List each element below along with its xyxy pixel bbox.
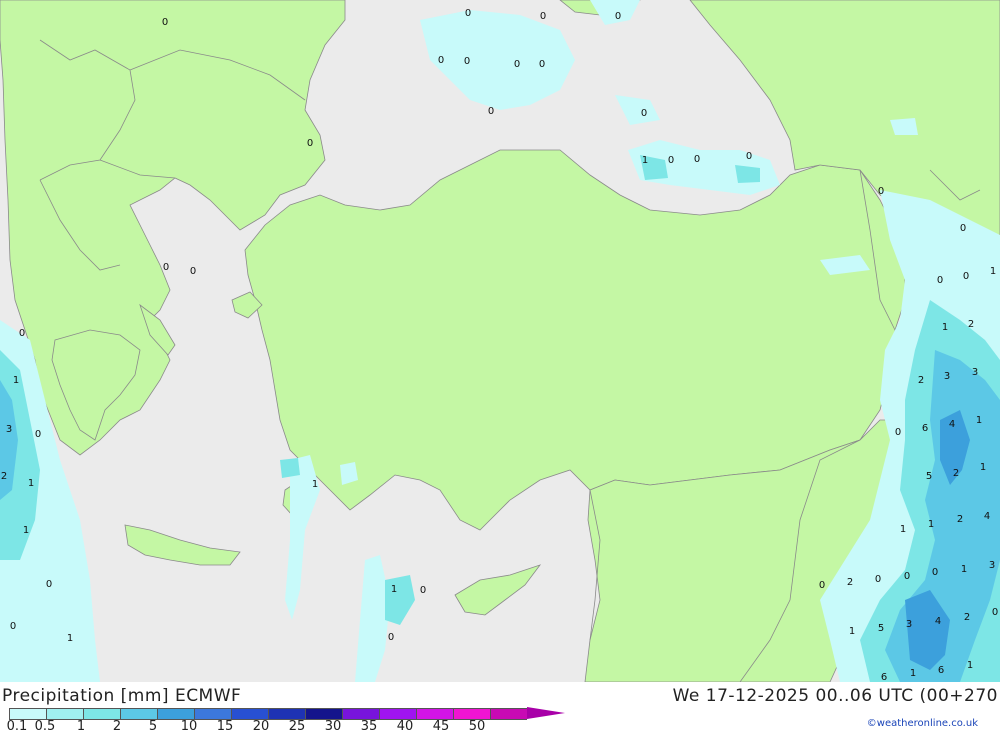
precip-value-label: 3 — [6, 424, 12, 435]
precip-value-label: 2 — [953, 468, 959, 479]
precip-value-label: 0 — [540, 11, 546, 22]
legend-tick-label: 0.1 — [6, 719, 28, 734]
precip-value-label: 0 — [819, 580, 825, 591]
precip-value-label: 1 — [312, 479, 318, 490]
map-title: Precipitation [mm] ECMWF — [2, 686, 242, 706]
precip-value-label: 0 — [878, 186, 884, 197]
precip-value-label: 2 — [968, 319, 974, 330]
legend-tick-label: 25 — [288, 719, 306, 734]
precip-value-label: 2 — [1, 471, 7, 482]
legend-swatch — [490, 708, 527, 720]
legend-arrow — [527, 707, 565, 719]
precip-value-label: 0 — [465, 8, 471, 19]
legend-tick-label: 10 — [180, 719, 198, 734]
precip-value-label: 1 — [13, 375, 19, 386]
precip-value-label: 4 — [984, 511, 990, 522]
precip-value-label: 6 — [922, 423, 928, 434]
precip-value-label: 0 — [895, 427, 901, 438]
legend-tick-label: 2 — [112, 719, 122, 734]
precip-value-label: 6 — [881, 672, 887, 682]
precip-value-label: 1 — [990, 266, 996, 277]
precip-value-label: 1 — [67, 633, 73, 644]
precip-value-label: 4 — [935, 616, 941, 627]
precip-value-label: 4 — [949, 419, 955, 430]
legend-tick-label: 20 — [252, 719, 270, 734]
precip-value-label: 5 — [926, 471, 932, 482]
precip-value-label: 1 — [910, 668, 916, 679]
precip-value-label: 0 — [668, 155, 674, 166]
precip-value-label: 0 — [10, 621, 16, 632]
precip-value-label: 2 — [957, 514, 963, 525]
precip-value-label: 0 — [932, 567, 938, 578]
precip-value-label: 0 — [438, 55, 444, 66]
precip-value-label: 2 — [918, 375, 924, 386]
precip-value-label: 0 — [163, 262, 169, 273]
precip-value-label: 1 — [928, 519, 934, 530]
legend-tick-label: 15 — [216, 719, 234, 734]
precip-value-label: 0 — [875, 574, 881, 585]
precip-value-label: 1 — [391, 584, 397, 595]
precip-value-label: 1 — [642, 155, 648, 166]
precip-value-label: 0 — [615, 11, 621, 22]
precip-value-label: 0 — [388, 632, 394, 643]
precip-value-label: 2 — [847, 577, 853, 588]
precip-value-label: 3 — [989, 560, 995, 571]
precip-value-label: 1 — [961, 564, 967, 575]
precip-value-label: 3 — [906, 619, 912, 630]
credit-link[interactable]: ©weatheronline.co.uk — [867, 718, 978, 729]
precip-value-label: 0 — [488, 106, 494, 117]
precip-value-label: 0 — [963, 271, 969, 282]
precip-value-label: 0 — [904, 571, 910, 582]
precip-value-label: 1 — [28, 478, 34, 489]
footer-bar: Precipitation [mm] ECMWF We 17-12-2025 0… — [0, 682, 1000, 734]
legend-tick-label: 35 — [360, 719, 378, 734]
precip-value-label: 0 — [190, 266, 196, 277]
valid-time: We 17-12-2025 00..06 UTC (00+270 — [672, 686, 998, 706]
precip-value-label: 0 — [992, 607, 998, 618]
map-canvas: 0 0 0 0 0 0 0 0 0 0 1 0 0 0 0 0 0 0 0 1 3 0 2 1 1 0 1 0 1 1 0 0 0 0 0 1 2 1 2 3… — [0, 0, 1000, 682]
precip-value-label: 5 — [878, 623, 884, 634]
legend-tick-label: 1 — [76, 719, 86, 734]
precip-value-label: 0 — [937, 275, 943, 286]
precip-value-label: 0 — [19, 328, 25, 339]
precip-value-label: 0 — [464, 56, 470, 67]
legend-tick-label: 30 — [324, 719, 342, 734]
precip-value-label: 6 — [938, 665, 944, 676]
precip-value-label: 3 — [972, 367, 978, 378]
precip-value-label: 1 — [980, 462, 986, 473]
legend-tick-label: 50 — [468, 719, 486, 734]
precip-value-label: 1 — [967, 660, 973, 671]
precip-value-label: 1 — [23, 525, 29, 536]
legend-tick-label: 40 — [396, 719, 414, 734]
precip-value-label: 0 — [307, 138, 313, 149]
precip-value-label: 1 — [976, 415, 982, 426]
precip-value-label: 0 — [46, 579, 52, 590]
precip-value-label: 0 — [746, 151, 752, 162]
legend-tick-label: 5 — [148, 719, 158, 734]
precipitation-map[interactable]: 0 0 0 0 0 0 0 0 0 0 1 0 0 0 0 0 0 0 0 1 3 0 2 1 1 0 1 0 1 1 0 0 0 0 0 1 2 1 2 3… — [0, 0, 1000, 682]
precip-value-label: 1 — [900, 524, 906, 535]
precip-value-label: 0 — [694, 154, 700, 165]
precip-value-label: 1 — [849, 626, 855, 637]
precip-value-label: 1 — [942, 322, 948, 333]
precip-value-label: 0 — [35, 429, 41, 440]
legend-tick-label: 0.5 — [34, 719, 56, 734]
precip-value-label: 0 — [420, 585, 426, 596]
legend-ticks: 0.1 0.5 1 2 5 10 15 20 25 30 35 40 45 50 — [0, 719, 520, 734]
precip-value-label: 0 — [960, 223, 966, 234]
precip-value-label: 0 — [641, 108, 647, 119]
legend-tick-label: 45 — [432, 719, 450, 734]
precip-value-label: 0 — [514, 59, 520, 70]
precip-value-label: 3 — [944, 371, 950, 382]
precip-value-label: 0 — [162, 17, 168, 28]
precip-value-label: 0 — [539, 59, 545, 70]
precip-value-label: 2 — [964, 612, 970, 623]
